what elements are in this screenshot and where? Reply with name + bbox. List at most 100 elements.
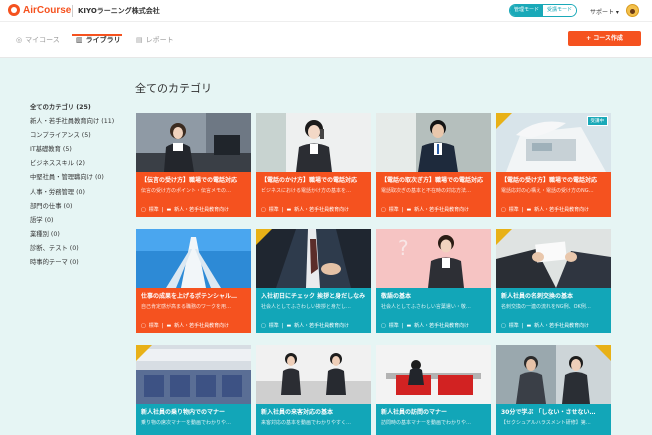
category-item[interactable]: 時事的テーマ (0) — [30, 256, 126, 270]
meta-separator: | — [401, 206, 404, 213]
folder-icon: ▬ — [406, 206, 412, 213]
aircourse-logo[interactable]: AirCourse — [8, 4, 71, 16]
category-item[interactable]: 人事・労務管理 (0) — [30, 186, 126, 200]
tab-report-label: レポート — [145, 36, 174, 44]
card-title: 【電話の受け方】職場での電話対応 — [501, 177, 598, 184]
course-card[interactable]: 受講中 【電話の受け方】職場での電話対応 電話応対の心構え・電話の受け方のNG…… — [496, 113, 611, 217]
folder-icon: ▬ — [166, 322, 172, 329]
doc-icon: ▢ — [141, 206, 146, 213]
card-info: 新人社員の乗り物内でのマナー 乗り物の席次マナーを動画でわかりや… — [136, 404, 251, 435]
admin-mode-button[interactable]: 管理モード — [510, 5, 543, 16]
category-item[interactable]: ビジネススキル (2) — [30, 157, 126, 171]
card-meta: ▢ 標準 | ▬ 新人・若手社員教育向け — [141, 206, 230, 214]
card-category: 新人・若手社員教育向け — [534, 207, 590, 213]
create-course-button[interactable]: + コース作成 — [568, 31, 641, 46]
card-meta: ▢ 標準 | ▬ 新人・若手社員教育向け — [261, 206, 350, 214]
tab-my-course[interactable]: ◎ マイコース — [16, 34, 60, 46]
meta-separator: | — [401, 322, 404, 329]
card-title: 30分で学ぶ 「しない・させない… — [501, 409, 596, 416]
category-sidebar: 全てのカテゴリ (25) 新人・若手社員教育向け (11) コンプライアンス (… — [30, 101, 126, 270]
learner-mode-button[interactable]: 受講モード — [543, 5, 576, 16]
card-tag: 標準 — [148, 207, 159, 213]
status-badge: 受講中 — [586, 116, 608, 126]
course-thumbnail — [496, 229, 611, 288]
card-desc: 社会人としてふさわしい挨拶と身だし… — [261, 304, 351, 310]
card-title: 【電話の取次ぎ方】職場での電話対応 — [381, 177, 484, 184]
tab-library-label: ライブラリ — [85, 36, 121, 44]
category-item[interactable]: IT基礎教育 (5) — [30, 143, 126, 157]
course-card[interactable]: 仕事の成果を上げるポテンシャル… 自己肯定感が高まる職務のワークを用… ▢ 標準… — [136, 229, 251, 333]
card-info: 新人社員の訪問のマナー 訪問時の基本マナーを動画でわかりや… — [376, 404, 491, 435]
card-desc: 訪問時の基本マナーを動画でわかりや… — [381, 420, 472, 426]
new-ribbon — [595, 345, 611, 361]
category-item[interactable]: 部門の仕事 (0) — [30, 200, 126, 214]
support-menu[interactable]: サポート ▾ — [590, 7, 619, 16]
card-desc: 来客対応の基本を動画でわかりやすく… — [261, 420, 352, 426]
card-tag: 標準 — [388, 207, 399, 213]
card-meta: ▢ 標準 | ▬ 新人・若手社員教育向け — [261, 322, 349, 330]
card-title: 新人社員の名刺交換の基本 — [501, 293, 574, 300]
course-card[interactable]: ? 敬語の基本 社会人としてふさわしい言葉遣い・敬… ▢ 標準 | ▬ 新人・若… — [376, 229, 491, 333]
compass-icon: ◎ — [16, 36, 23, 44]
course-card[interactable]: 【電話のかけ方】職場での電話対応 ビジネスにおける電話かけ方の基本を… ▢ 標準… — [256, 113, 371, 217]
card-tag: 標準 — [268, 323, 279, 329]
card-desc: ビジネスにおける電話かけ方の基本を… — [261, 188, 352, 194]
course-card[interactable]: 入社初日にチェック 挨拶と身だしなみ 社会人としてふさわしい挨拶と身だし… ▢ … — [256, 229, 371, 333]
category-item[interactable]: コンプライアンス (5) — [30, 129, 126, 143]
chart-icon: ▤ — [136, 36, 143, 44]
card-category: 新人・若手社員教育向け — [174, 207, 230, 213]
course-thumbnail — [136, 229, 251, 288]
meta-separator: | — [281, 322, 284, 329]
logo-text: AirCourse — [23, 4, 72, 16]
company-name: KIYOラーニング株式会社 — [78, 7, 160, 15]
category-item[interactable]: 語学 (0) — [30, 214, 126, 228]
new-ribbon — [256, 229, 272, 245]
card-desc: 自己肯定感が高まる職務のワークを用… — [141, 304, 232, 310]
doc-icon: ▢ — [381, 322, 386, 329]
new-ribbon — [136, 345, 152, 361]
doc-icon: ▢ — [141, 322, 146, 329]
doc-icon: ▢ — [261, 206, 266, 213]
folder-icon: ▬ — [526, 322, 532, 329]
doc-icon: ▢ — [381, 206, 386, 213]
course-card[interactable]: 30分で学ぶ 「しない・させない… 【セクシュアルハラスメント研修】第… — [496, 345, 611, 435]
category-item[interactable]: 中堅社員・管理職向け (0) — [30, 171, 126, 185]
category-item[interactable]: 新人・若手社員教育向け (11) — [30, 115, 126, 129]
card-title: 入社初日にチェック 挨拶と身だしなみ — [261, 293, 366, 300]
card-tag: 標準 — [508, 323, 519, 329]
page-title: 全てのカテゴリ — [135, 82, 212, 95]
course-thumbnail — [256, 345, 371, 404]
course-card[interactable]: 新人社員の名刺交換の基本 名刺交換の一連の流れをNG例、OK例… ▢ 標準 | … — [496, 229, 611, 333]
card-desc: 名刺交換の一連の流れをNG例、OK例… — [501, 304, 591, 310]
course-card[interactable]: 新入社員の来客対応の基本 来客対応の基本を動画でわかりやすく… — [256, 345, 371, 435]
logo-mark-icon — [8, 4, 20, 16]
user-avatar[interactable] — [626, 4, 639, 17]
category-item[interactable]: 全てのカテゴリ (25) — [30, 101, 126, 115]
card-category: 新人・若手社員教育向け — [414, 207, 470, 213]
card-category: 新人・若手社員教育向け — [414, 323, 470, 329]
course-card[interactable]: 【伝言の受け方】職場での電話対応 伝言の受け方のポイント・伝言メモの… ▢ 標準… — [136, 113, 251, 217]
card-category: 新人・若手社員教育向け — [294, 207, 350, 213]
course-card[interactable]: 【電話の取次ぎ方】職場での電話対応 電話取次ぎの基本と不在時の対応方法… ▢ 標… — [376, 113, 491, 217]
card-category: 新人・若手社員教育向け — [174, 323, 230, 329]
card-meta: ▢ 標準 | ▬ 新人・若手社員教育向け — [381, 206, 470, 214]
course-thumbnail — [136, 113, 251, 172]
card-title: 【電話のかけ方】職場での電話対応 — [261, 177, 358, 184]
doc-icon: ▢ — [261, 322, 266, 329]
folder-icon: ▬ — [286, 322, 292, 329]
course-card[interactable]: 新人社員の乗り物内でのマナー 乗り物の席次マナーを動画でわかりや… — [136, 345, 251, 435]
course-thumbnail: ? — [376, 229, 491, 288]
card-category: 新人・若手社員教育向け — [534, 323, 590, 329]
card-title: 仕事の成果を上げるポテンシャル… — [141, 293, 238, 300]
card-tag: 標準 — [508, 207, 519, 213]
category-item[interactable]: 業種別 (0) — [30, 228, 126, 242]
tab-report[interactable]: ▤ レポート — [136, 34, 174, 46]
course-card[interactable]: 新人社員の訪問のマナー 訪問時の基本マナーを動画でわかりや… — [376, 345, 491, 435]
category-item[interactable]: 診断、テスト (0) — [30, 242, 126, 256]
card-title: 新人社員の訪問のマナー — [381, 409, 448, 416]
mode-toggle: 管理モード 受講モード — [509, 4, 577, 17]
card-title: 【伝言の受け方】職場での電話対応 — [141, 177, 238, 184]
folder-icon: ▬ — [526, 206, 532, 213]
meta-separator: | — [521, 206, 524, 213]
course-thumbnail — [256, 229, 371, 288]
